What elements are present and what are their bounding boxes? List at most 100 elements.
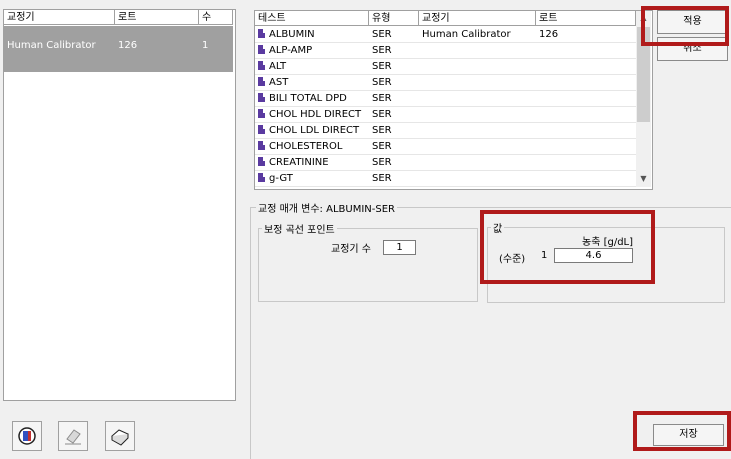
test-icon [258,77,265,86]
table-row[interactable]: ALBUMIN SER Human Calibrator 126 [255,27,636,43]
test-name: CHOL HDL DIRECT [269,109,362,120]
calibrator-cell: Human Calibrator [7,40,96,51]
printer-icon [111,429,129,446]
level-number: 1 [541,250,548,261]
column-header-calibrator[interactable]: 교정기 [419,11,536,26]
type-cell: SER [372,93,392,104]
calibrator-cell [419,44,536,57]
test-icon [258,109,265,118]
table-row[interactable]: CHOL LDL DIRECT SER [255,123,636,139]
level-label: (수준) [499,254,526,265]
table-row[interactable]: ALP-AMP SER [255,43,636,59]
type-cell: SER [372,125,392,136]
test-name-cell: CHOL LDL DIRECT [255,124,369,137]
calibrator-count-field[interactable]: 1 [383,240,416,255]
test-name: CHOLESTEROL [269,141,343,152]
calibration-book-icon [18,427,36,445]
lot-cell [536,140,636,153]
test-name: BILI TOTAL DPD [269,93,347,104]
eraser-icon [65,429,81,445]
lot-cell [536,124,636,137]
type-cell: SER [372,157,392,168]
test-icon [258,125,265,134]
test-name-cell: AST [255,76,369,89]
test-icon [258,157,265,166]
apply-button[interactable]: 적용 [657,10,728,34]
vertical-scrollbar[interactable]: ▲ ▼ [636,11,651,187]
test-name: ALT [269,61,287,72]
test-name-cell: ALP-AMP [255,44,369,57]
calibrator-cell [419,76,536,89]
test-icon [258,93,265,102]
table-row[interactable]: CHOL HDL DIRECT SER [255,107,636,123]
lot-cell [536,156,636,169]
table-row[interactable]: CREATININE SER [255,155,636,171]
type-cell: SER [372,29,392,40]
test-name: g-GT [269,173,293,184]
test-name-cell: g-GT [255,172,369,185]
test-name-cell: CHOL HDL DIRECT [255,108,369,121]
scroll-thumb[interactable] [637,27,650,122]
curve-points-legend: 보정 곡선 포인트 [262,221,337,236]
test-name-cell: CREATININE [255,156,369,169]
test-name: ALBUMIN [269,29,315,40]
lot-cell [536,76,636,89]
column-header-calibrator[interactable]: 교정기 [4,10,115,25]
table-row[interactable]: BILI TOTAL DPD SER [255,91,636,107]
column-header-type[interactable]: 유형 [369,11,419,26]
test-name-cell: ALBUMIN [255,28,369,41]
scroll-down-icon[interactable]: ▼ [636,174,651,186]
column-header-lot[interactable]: 로트 [536,11,636,26]
lot-cell [536,44,636,57]
test-icon [258,141,265,150]
lot-cell [536,60,636,73]
calibrator-cell [419,60,536,73]
test-name-cell: BILI TOTAL DPD [255,92,369,105]
type-cell: SER [372,109,392,120]
scroll-up-icon[interactable]: ▲ [636,13,651,25]
lot-cell [536,108,636,121]
test-icon [258,61,265,70]
calibrator-cell [419,124,536,137]
cancel-button[interactable]: 취소 [657,37,728,61]
concentration-label: 농축 [g/dL] [582,237,634,248]
table-row[interactable]: ALT SER [255,59,636,75]
calibration-parameters-legend: 교정 매개 변수: ALBUMIN-SER [256,200,397,215]
row-separator [255,186,636,187]
test-icon [258,29,265,38]
test-icon [258,45,265,54]
type-cell: SER [372,61,392,72]
lot-cell [536,172,636,185]
calibrator-cell [419,108,536,121]
level-value-field[interactable]: 4.6 [554,248,633,263]
table-row[interactable]: CHOLESTEROL SER [255,139,636,155]
lot-cell: 126 [118,40,138,51]
column-header-count[interactable]: 수 [199,10,233,25]
calibration-book-button[interactable] [12,421,42,451]
printer-button[interactable] [105,421,135,451]
lot-cell: 126 [539,29,559,40]
calibrator-cell [419,140,536,153]
save-button[interactable]: 저장 [653,424,724,446]
column-header-test[interactable]: 테스트 [255,11,369,26]
calibrator-cell: Human Calibrator [422,29,511,40]
test-table: 테스트 유형 교정기 로트 ALBUMIN SER Human Calibrator… [254,10,653,190]
test-name: AST [269,77,289,88]
value-legend: 값 [491,220,505,235]
lot-cell [536,92,636,105]
test-name: CHOL LDL DIRECT [269,125,360,136]
test-name-cell: ALT [255,60,369,73]
test-icon [258,173,265,182]
type-cell: SER [372,141,392,152]
type-cell: SER [372,45,392,56]
column-header-lot[interactable]: 로트 [115,10,199,25]
test-name: ALP-AMP [269,45,313,56]
calibrator-cell [419,92,536,105]
count-cell: 1 [202,40,209,51]
eraser-button[interactable] [58,421,88,451]
calibrator-cell [419,172,536,185]
table-row[interactable]: Human Calibrator 126 1 [4,26,233,72]
table-row[interactable]: AST SER [255,75,636,91]
table-row[interactable]: g-GT SER [255,171,636,187]
calibrator-table: 교정기 로트 수 Human Calibrator 126 1 [3,9,236,401]
